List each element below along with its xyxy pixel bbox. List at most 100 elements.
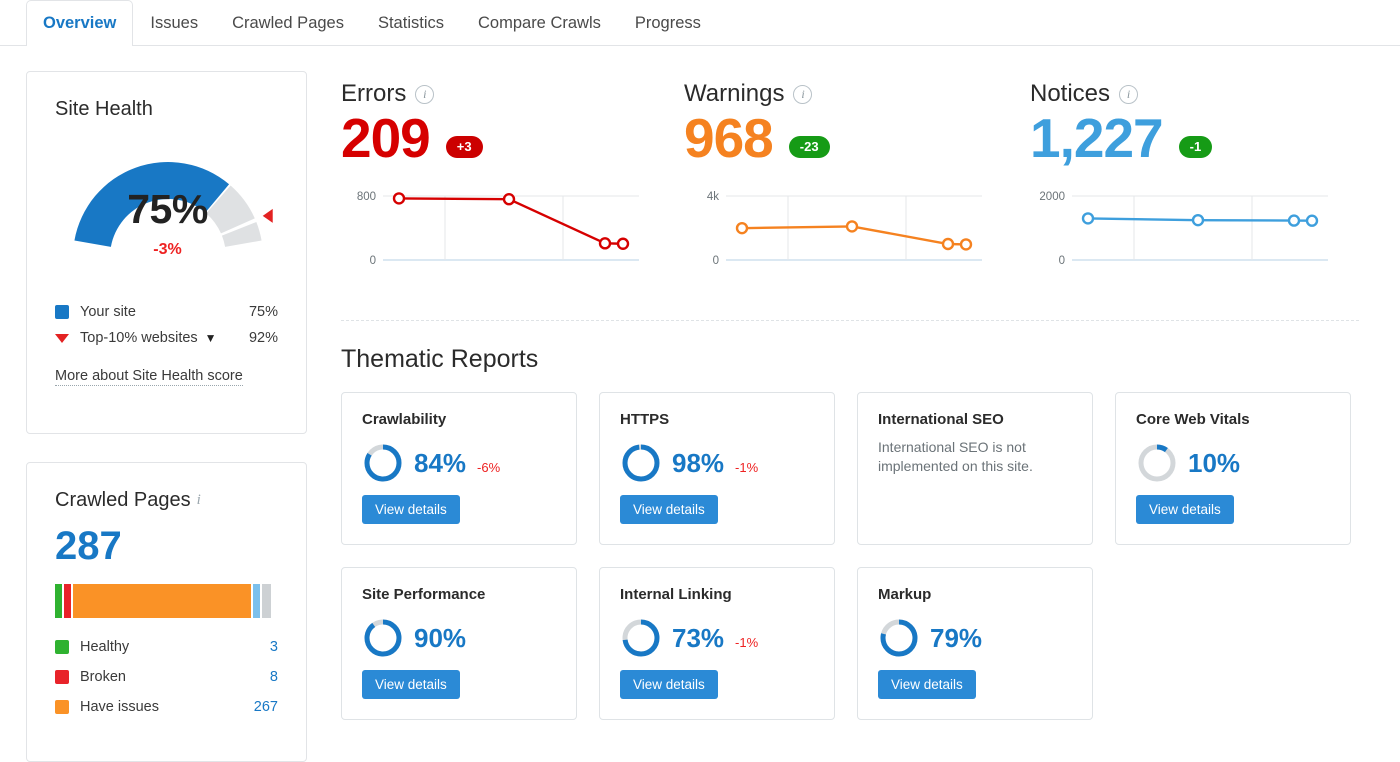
internal-linking-title: Internal Linking	[620, 586, 732, 603]
thematic-card-international-seo[interactable]: International SEO International SEO is no…	[857, 392, 1093, 545]
site-health-card: Site Health 75% -3% Your site 75% Top-10…	[26, 71, 307, 434]
tab-statistics[interactable]: Statistics	[361, 0, 461, 45]
thematic-card-https[interactable]: HTTPS 98% -1% View details	[599, 392, 835, 545]
https-metric-row: 98% -1%	[620, 442, 814, 484]
bar-segment-healthy[interactable]	[55, 584, 63, 618]
have-issues-swatch-icon	[55, 700, 69, 714]
crawled-legend-have-issues[interactable]: Have issues 267	[55, 692, 278, 722]
svg-text:4k: 4k	[707, 191, 719, 203]
thematic-card-markup[interactable]: Markup 79% View details	[857, 567, 1093, 720]
crawled-pages-stacked-bar	[55, 584, 278, 618]
kpi-notices: Notices i 1,227 -1 2000 0	[1030, 80, 1360, 277]
site-performance-percent: 90%	[414, 622, 467, 653]
core-web-vitals-donut-icon	[1138, 444, 1176, 482]
internal-linking-view-details-button[interactable]: View details	[620, 670, 718, 699]
crawlability-metric-row: 84% -6%	[362, 442, 556, 484]
thematic-card-site-performance[interactable]: Site Performance 90% View details	[341, 567, 577, 720]
crawlability-view-details-button[interactable]: View details	[362, 495, 460, 524]
site-health-title: Site Health	[55, 98, 153, 120]
markup-percent: 79%	[930, 622, 983, 653]
kpi-warnings: Warnings i 968 -23 4k 0	[684, 80, 1014, 277]
svg-text:0: 0	[370, 255, 376, 267]
your-site-label: Your site	[80, 304, 136, 320]
internal-linking-metric-row: 73% -1%	[620, 617, 814, 659]
data-point	[1305, 214, 1319, 227]
core-web-vitals-title: Core Web Vitals	[1136, 411, 1250, 428]
international-seo-title: International SEO	[878, 411, 1004, 428]
internal-linking-donut-icon	[622, 619, 660, 657]
markup-metric-row: 79%	[878, 617, 1072, 659]
https-title: HTTPS	[620, 411, 670, 428]
errors-value-row: 209 +3	[341, 109, 671, 168]
chevron-down-icon[interactable]: ▼	[205, 331, 217, 345]
info-circle-icon[interactable]: i	[1119, 84, 1139, 104]
crawled-pages-card: Crawled Pages i 287 Healthy 3 Broken 8 Have i…	[26, 462, 307, 762]
crawled-legend-broken[interactable]: Broken 8	[55, 662, 278, 692]
info-circle-icon[interactable]: i	[415, 84, 435, 104]
healthy-label: Healthy	[80, 639, 130, 655]
bar-segment-redirects[interactable]	[252, 584, 261, 618]
your-site-value: 75%	[248, 304, 278, 320]
data-point	[959, 237, 973, 251]
warnings-value: 968	[684, 107, 774, 169]
site-health-gauge: 75% -3%	[27, 137, 308, 287]
legend-item-your-site: Your site 75%	[55, 299, 278, 325]
info-icon[interactable]: i	[197, 492, 201, 508]
bar-segment-have-issues[interactable]	[73, 584, 251, 618]
crawled-pages-legend: Healthy 3 Broken 8 Have issues 267	[27, 618, 306, 722]
healthy-value[interactable]: 3	[270, 639, 278, 655]
broken-value[interactable]: 8	[270, 669, 278, 685]
thematic-card-crawlability[interactable]: Crawlability 84% -6% View details	[341, 392, 577, 545]
data-point	[392, 191, 406, 205]
top10-label-wrap: Top-10% websites ▼	[80, 330, 249, 346]
site-performance-view-details-button[interactable]: View details	[362, 670, 460, 699]
svg-text:0: 0	[1059, 255, 1065, 267]
markup-title: Markup	[878, 586, 932, 603]
tab-compare-crawls[interactable]: Compare Crawls	[461, 0, 618, 45]
crawled-pages-title-text: Crawled Pages	[55, 489, 191, 511]
site-performance-title: Site Performance	[362, 586, 486, 603]
crawlability-delta: -6%	[477, 459, 501, 475]
notices-value-row: 1,227 -1	[1030, 109, 1360, 168]
top10-label: Top-10% websites	[80, 330, 198, 346]
https-view-details-button[interactable]: View details	[620, 495, 718, 524]
crawlability-donut-icon	[364, 444, 402, 482]
have-issues-value[interactable]: 267	[254, 699, 278, 715]
notices-delta-badge: -1	[1178, 135, 1213, 159]
internal-linking-delta: -1%	[735, 634, 759, 650]
tab-overview[interactable]: Overview	[26, 0, 134, 46]
top10-value: 92%	[248, 330, 278, 346]
tab-issues[interactable]: Issues	[133, 0, 215, 45]
markup-donut-icon	[880, 619, 918, 657]
crawlability-title: Crawlability	[362, 411, 447, 428]
tab-progress[interactable]: Progress	[618, 0, 718, 45]
data-point	[845, 219, 859, 233]
bar-segment-broken[interactable]	[64, 584, 72, 618]
broken-label: Broken	[80, 669, 126, 685]
bar-segment-blocked[interactable]	[262, 584, 272, 618]
tab-crawled-pages[interactable]: Crawled Pages	[215, 0, 361, 45]
kpi-errors: Errors i 209 +3 800 0	[341, 80, 671, 277]
core-web-vitals-view-details-button[interactable]: View details	[1136, 495, 1234, 524]
data-point	[1287, 214, 1301, 227]
internal-linking-percent: 73%	[672, 622, 725, 653]
svg-text:0: 0	[713, 255, 719, 267]
https-delta: -1%	[735, 459, 759, 475]
crawled-legend-healthy[interactable]: Healthy 3	[55, 632, 278, 662]
warnings-chart: 4k 0	[707, 191, 982, 267]
healthy-swatch-icon	[55, 640, 69, 654]
svg-text:2000: 2000	[1039, 191, 1065, 203]
thematic-card-core-web-vitals[interactable]: Core Web Vitals 10% View details	[1115, 392, 1351, 545]
crawlability-percent: 84%	[414, 447, 467, 478]
have-issues-label: Have issues	[80, 699, 159, 715]
errors-sparkline: 800 0	[341, 182, 671, 277]
your-site-swatch-icon	[55, 305, 69, 319]
more-about-site-health-link[interactable]: More about Site Health score	[55, 368, 243, 386]
info-circle-icon[interactable]: i	[793, 84, 813, 104]
site-performance-metric-row: 90%	[362, 617, 556, 659]
legend-item-top10-websites[interactable]: Top-10% websites ▼ 92%	[55, 325, 278, 351]
notices-title: Notices	[1030, 80, 1111, 107]
data-point	[1191, 213, 1205, 227]
markup-view-details-button[interactable]: View details	[878, 670, 976, 699]
thematic-card-internal-linking[interactable]: Internal Linking 73% -1% View details	[599, 567, 835, 720]
